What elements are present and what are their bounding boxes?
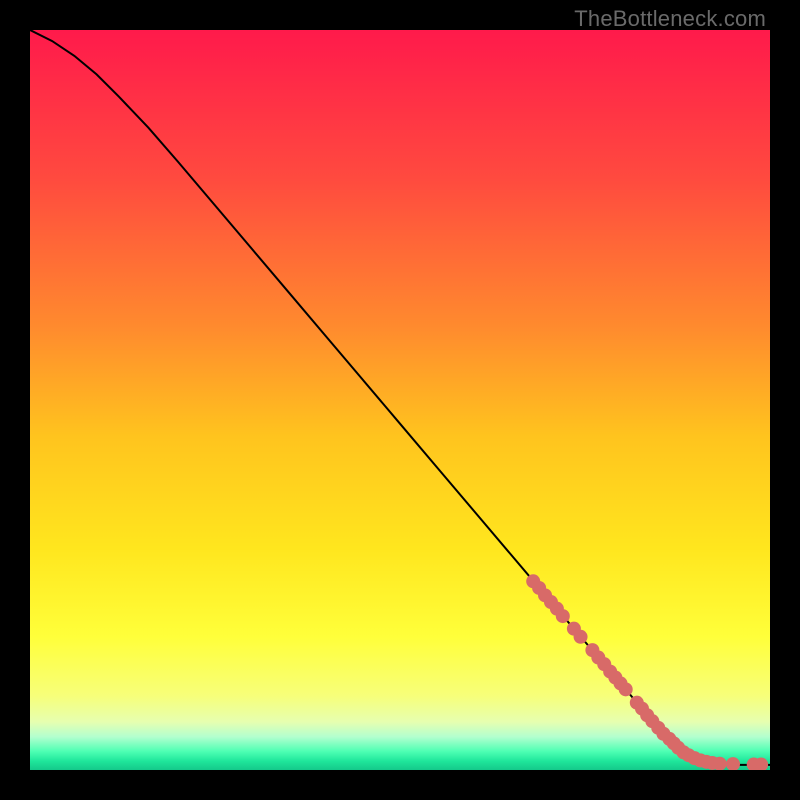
chart-svg bbox=[30, 30, 770, 770]
chart-frame bbox=[30, 30, 770, 770]
data-marker bbox=[556, 609, 570, 623]
watermark-text: TheBottleneck.com bbox=[574, 6, 766, 32]
data-marker bbox=[619, 682, 633, 696]
data-marker bbox=[574, 630, 588, 644]
gradient-background bbox=[30, 30, 770, 770]
